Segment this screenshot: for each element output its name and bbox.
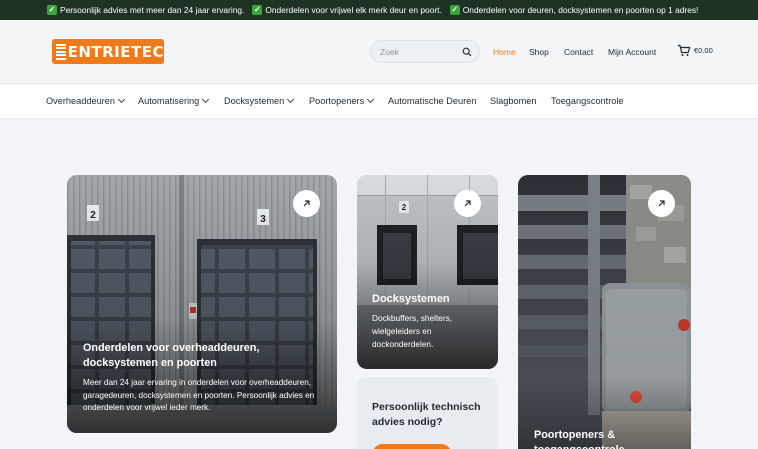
card-technical-advice: Persoonlijk technisch advies nodig? xyxy=(357,377,498,449)
usp-item: ✓ Onderdelen voor vrijwel elk merk deur … xyxy=(252,5,442,15)
nav-slagbomen[interactable]: Slagbomen xyxy=(490,96,536,106)
nav-label: Overheaddeuren xyxy=(46,96,115,106)
logo-text: ENTRIETEC xyxy=(67,42,164,61)
nav-automatisering[interactable]: Automatisering xyxy=(138,95,210,106)
hero-card-overheaddeuren[interactable]: 2 3 Onderdelen voor overheaddeuren, dock… xyxy=(67,175,337,433)
chevron-down-icon xyxy=(202,95,210,104)
cart-icon xyxy=(678,44,691,56)
arrow-up-right-icon[interactable] xyxy=(454,190,481,217)
chevron-down-icon xyxy=(367,95,375,104)
menu-my-account[interactable]: Mijn Account xyxy=(608,47,656,57)
nav-overheaddeuren[interactable]: Overheaddeuren xyxy=(46,95,126,106)
usp-text: Onderdelen voor deuren, docksystemen en … xyxy=(462,5,699,15)
nav-label: Docksystemen xyxy=(224,96,285,106)
checkmark-icon: ✓ xyxy=(47,5,57,15)
nav-poortopeners[interactable]: Poortopeners xyxy=(309,95,375,106)
nav-toegangscontrole[interactable]: Toegangscontrole xyxy=(551,96,624,106)
chevron-down-icon xyxy=(117,95,126,104)
advice-title: Persoonlijk technisch advies nodig? xyxy=(372,401,481,428)
site-header: ENTRIETEC Home Shop Contact Mijn Account… xyxy=(0,20,758,83)
search-input[interactable] xyxy=(380,45,460,59)
card-description: Meer dan 24 jaar ervaring in onderdelen … xyxy=(83,378,315,413)
usp-item: ✓ Onderdelen voor deuren, docksystemen e… xyxy=(449,5,699,15)
card-title: Onderdelen voor overheaddeuren, docksyst… xyxy=(83,342,260,369)
menu-shop[interactable]: Shop xyxy=(529,47,549,57)
usp-item: ✓ Persoonlijk advies met meer dan 24 jaa… xyxy=(47,5,244,15)
checkmark-icon: ✓ xyxy=(252,5,263,15)
advice-button[interactable] xyxy=(372,444,452,449)
cart-total: €0.00 xyxy=(694,46,713,55)
usp-bar: ✓ Persoonlijk advies met meer dan 24 jaa… xyxy=(0,0,758,20)
menu-contact[interactable]: Contact xyxy=(564,47,593,57)
chevron-down-icon xyxy=(287,95,295,104)
site-logo[interactable]: ENTRIETEC xyxy=(52,39,164,64)
card-poortopeners[interactable]: Poortopeners & toegangscontrole xyxy=(518,175,691,449)
cart-button[interactable]: €0.00 xyxy=(677,44,713,57)
card-title: Poortopeners & toegangscontrole xyxy=(534,429,625,449)
category-nav: Overheaddeuren Automatisering Docksystem… xyxy=(0,83,758,119)
nav-docksystemen[interactable]: Docksystemen xyxy=(224,95,295,106)
arrow-up-right-icon[interactable] xyxy=(648,190,675,217)
nav-label: Toegangscontrole xyxy=(551,96,624,106)
menu-home[interactable]: Home xyxy=(493,47,516,57)
nav-label: Poortopeners xyxy=(309,96,365,106)
arrow-up-right-icon[interactable] xyxy=(293,190,320,217)
search-box xyxy=(370,40,480,63)
logo-bars-icon xyxy=(56,43,66,60)
usp-text: Persoonlijk advies met meer dan 24 jaar … xyxy=(60,5,245,15)
search-icon[interactable] xyxy=(462,47,472,57)
card-docksystemen[interactable]: 2 Docksystemen Dockbuffers, shelters, wi… xyxy=(357,175,498,369)
card-title: Docksystemen xyxy=(372,293,450,305)
nav-label: Slagbomen xyxy=(490,96,537,106)
checkmark-icon: ✓ xyxy=(449,5,460,15)
usp-text: Onderdelen voor vrijwel elk merk deur en… xyxy=(265,5,442,15)
nav-automatische-deuren[interactable]: Automatische Deuren xyxy=(388,96,476,106)
nav-label: Automatische Deuren xyxy=(388,96,477,106)
card-description: Dockbuffers, shelters, wielgeleiders en … xyxy=(372,313,453,349)
nav-label: Automatisering xyxy=(138,96,200,106)
